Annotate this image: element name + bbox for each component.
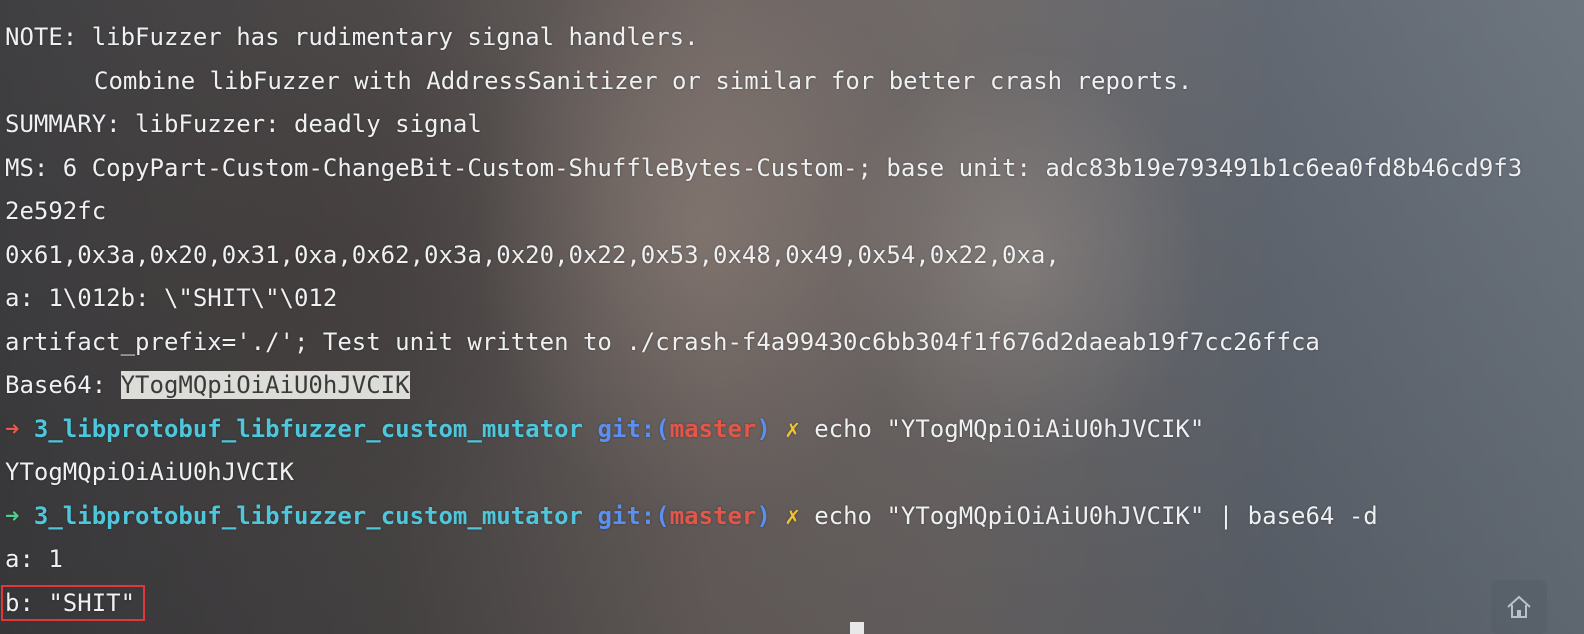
output-line-decoded-b: b: "SHIT": [0, 582, 1584, 626]
output-line-escaped: a: 1\012b: \"SHIT\"\012: [5, 284, 338, 312]
prompt-directory: 3_libprotobuf_libfuzzer_custom_mutator: [33, 501, 583, 530]
output-line-base64: Base64: YTogMQpiOiAiU0hJVCIK: [5, 364, 1584, 408]
prompt-line-1: ➜ 3_libprotobuf_libfuzzer_custom_mutator…: [5, 408, 1584, 452]
output-line-echo: YTogMQpiOiAiU0hJVCIK: [5, 458, 294, 486]
terminal-cursor: [850, 622, 864, 634]
output-line-artifact: artifact_prefix='./'; Test unit written …: [5, 327, 1320, 356]
base64-selected-text[interactable]: YTogMQpiOiAiU0hJVCIK: [120, 371, 410, 399]
output-line-bytes: 0x61,0x3a,0x20,0x31,0xa,0x62,0x3a,0x20,0…: [5, 240, 1060, 269]
output-line-ms-wrap: 2e592fc: [5, 197, 107, 225]
prompt-directory: 3_libprotobuf_libfuzzer_custom_mutator: [33, 414, 583, 443]
git-branch: master: [669, 501, 757, 530]
output-line-decoded-a: a: 1: [5, 545, 63, 573]
base64-label: Base64:: [5, 371, 121, 399]
prompt-arrow-icon: ➜: [5, 414, 20, 443]
git-suffix: ): [756, 414, 771, 443]
prompt-command: echo "YTogMQpiOiAiU0hJVCIK": [814, 414, 1205, 443]
git-branch: master: [669, 414, 757, 443]
git-prefix: git:(: [597, 501, 670, 530]
output-line-ms: MS: 6 CopyPart-Custom-ChangeBit-Custom-S…: [5, 153, 1523, 182]
home-button[interactable]: [1491, 580, 1547, 634]
output-line-note: NOTE: libFuzzer has rudimentary signal h…: [5, 23, 699, 51]
output-line-summary: SUMMARY: libFuzzer: deadly signal: [5, 110, 482, 138]
terminal-output[interactable]: NOTE: libFuzzer has rudimentary signal h…: [0, 16, 1584, 626]
output-line-note-detail: Combine libFuzzer with AddressSanitizer …: [94, 66, 1193, 95]
dirty-mark-icon: ✗: [785, 501, 800, 530]
git-suffix: ): [756, 501, 771, 530]
prompt-arrow-icon: ➜: [5, 501, 20, 530]
prompt-line-2: ➜ 3_libprotobuf_libfuzzer_custom_mutator…: [5, 495, 1584, 539]
prompt-command: echo "YTogMQpiOiAiU0hJVCIK" | base64 -d: [814, 501, 1378, 530]
highlighted-decoded-b: b: "SHIT": [0, 584, 146, 621]
dirty-mark-icon: ✗: [785, 414, 800, 443]
home-icon: [1507, 595, 1531, 618]
git-prefix: git:(: [597, 414, 670, 443]
